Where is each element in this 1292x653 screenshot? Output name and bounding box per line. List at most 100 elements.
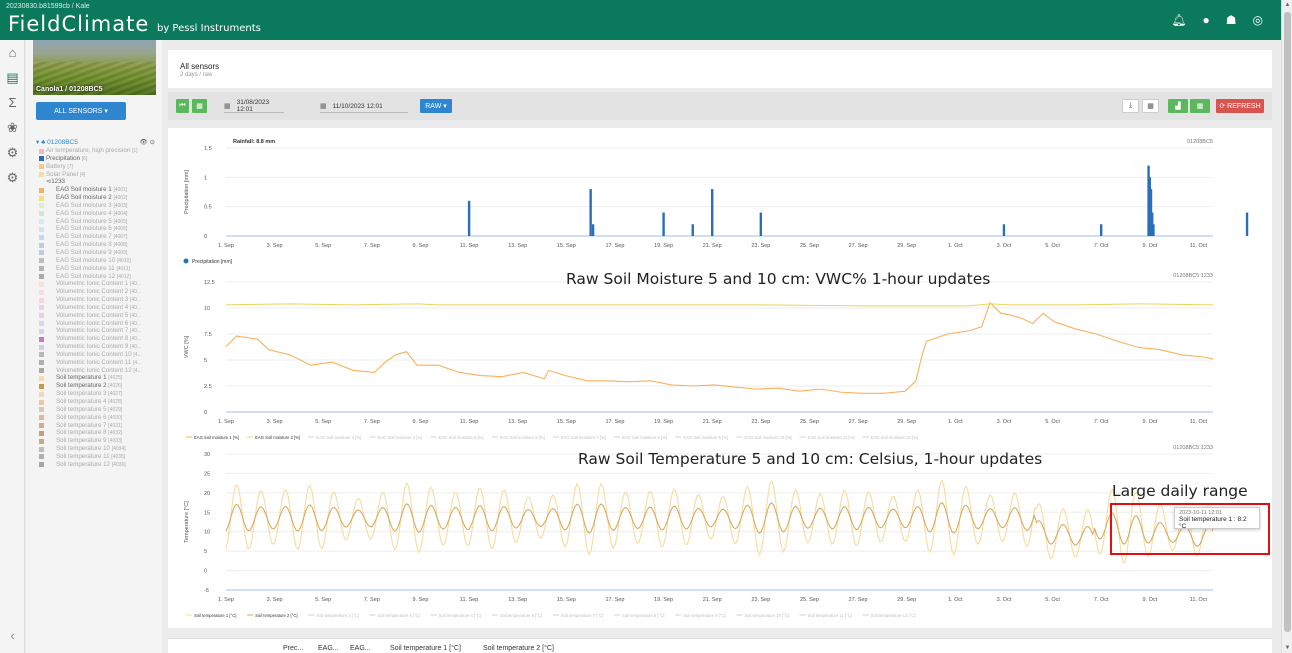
sensor-tree-item[interactable]: EAG Soil moisture 4 [4004] bbox=[36, 210, 161, 218]
table-col-precipitation[interactable]: Prec... bbox=[283, 645, 303, 652]
sensor-tree-item[interactable]: EAG Soil moisture 7 [4007] bbox=[36, 233, 161, 241]
date-to-field[interactable]: ▦ 11/10/2023 12:01 bbox=[320, 100, 408, 113]
home-icon[interactable]: ⌂ bbox=[0, 40, 25, 65]
highlight-box bbox=[1110, 503, 1270, 555]
visibility-icon[interactable]: 👁︎ ⊙ bbox=[139, 139, 155, 147]
bell-icon[interactable]: 🔔︎ bbox=[1171, 13, 1186, 27]
sensor-tree-item[interactable]: Volumetric Ionic Content 3 [40... bbox=[36, 296, 161, 304]
sensor-tree-item[interactable]: EAG Soil moisture 2 [4002] bbox=[36, 194, 161, 202]
x-tick-label: 17. Sep bbox=[605, 419, 624, 425]
sensor-tree-item[interactable]: ⊲1233 bbox=[36, 178, 161, 186]
table-view-button[interactable]: ▦ bbox=[1142, 99, 1159, 113]
sensor-color-swatch bbox=[39, 321, 44, 327]
tree-root[interactable]: ▾ ♣ 01208BC5 👁︎ ⊙ bbox=[36, 139, 161, 147]
sensor-tree-item[interactable]: EAG Soil moisture 9 [4009] bbox=[36, 249, 161, 257]
wifi-icon[interactable]: ◎ bbox=[1253, 13, 1263, 27]
sensor-tree-item[interactable]: Battery [7] bbox=[36, 163, 161, 171]
sensor-tree-item[interactable]: Soil temperature 5 [4029] bbox=[36, 406, 161, 414]
sensor-tree-item[interactable]: Volumetric Ionic Content 9 [40... bbox=[36, 343, 161, 351]
table-col-eag2[interactable]: EAG... bbox=[350, 645, 371, 652]
sensor-channel: [4... bbox=[133, 367, 142, 374]
plant-icon[interactable]: ❀ bbox=[0, 115, 25, 140]
page-scrollbar[interactable]: ▲ ▼ bbox=[1281, 0, 1292, 653]
settings-icon[interactable]: ⚙ bbox=[0, 165, 25, 190]
table-toggle-button[interactable]: ▦ bbox=[1190, 99, 1210, 113]
legend-label: EAG Soil moisture 11 [%] bbox=[808, 435, 855, 440]
sensor-tree-item[interactable]: Precipitation [6] bbox=[36, 155, 161, 163]
sensor-channel: [4... bbox=[132, 359, 142, 366]
sensor-color-swatch bbox=[39, 148, 44, 154]
sensor-tree-item[interactable]: Solar Panel [4] bbox=[36, 171, 161, 179]
sensor-tree-item[interactable]: Soil temperature 9 [4033] bbox=[36, 437, 161, 445]
first-period-button[interactable]: ⏮ bbox=[176, 99, 189, 113]
sensor-tree-item[interactable]: Soil temperature 11 [4035] bbox=[36, 453, 161, 461]
sensor-tree-item[interactable]: EAG Soil moisture 6 [4006] bbox=[36, 225, 161, 233]
sensor-tree-item[interactable]: Soil temperature 1 [4025] bbox=[36, 374, 161, 382]
precipitation-bar bbox=[1002, 224, 1006, 236]
brand-logo[interactable]: FieldClimate by Pessl Instruments bbox=[8, 12, 261, 36]
sensor-tree-item[interactable]: Volumetric Ionic Content 8 [40... bbox=[36, 335, 161, 343]
sum-icon[interactable]: Σ bbox=[0, 90, 25, 115]
table-col-soil-temp-2[interactable]: Soil temperature 2 [°C] bbox=[483, 645, 554, 652]
sensor-tree-item[interactable]: Soil temperature 6 [4030] bbox=[36, 414, 161, 422]
sensor-tree-item[interactable]: Volumetric Ionic Content 6 [40... bbox=[36, 320, 161, 328]
sensor-tree-item[interactable]: Soil temperature 10 [4034] bbox=[36, 445, 161, 453]
sensor-tree-label: Soil temperature 11 [4035] bbox=[49, 453, 125, 460]
sensor-tree-item[interactable]: Soil temperature 12 [4036] bbox=[36, 461, 161, 469]
charts-svg[interactable]: 0 0.5 1 1.5 1. Sep 3. Sep 5. Sep 7. Sep 9. Sep 11… bbox=[168, 128, 1272, 628]
sensor-tree-item[interactable]: Soil temperature 8 [4032] bbox=[36, 429, 161, 437]
scroll-down-icon[interactable]: ▼ bbox=[1282, 645, 1292, 651]
sensor-channel: [4004] bbox=[113, 210, 128, 217]
sensor-tree-item[interactable]: Volumetric Ionic Content 12 [4... bbox=[36, 367, 161, 375]
farm-icon[interactable]: ☗ bbox=[1226, 13, 1237, 27]
sensor-tree-item[interactable]: Volumetric Ionic Content 2 [40... bbox=[36, 288, 161, 296]
scroll-thumb[interactable] bbox=[1284, 12, 1291, 632]
x-tick-label: 9. Oct bbox=[1142, 597, 1157, 603]
sensor-tree-item[interactable]: EAG Soil moisture 1 [4001] bbox=[36, 186, 161, 194]
sensor-tree-item[interactable]: Volumetric Ionic Content 11 [4... bbox=[36, 359, 161, 367]
table-col-eag1[interactable]: EAG... bbox=[318, 645, 339, 652]
sensor-tree-item[interactable]: Soil temperature 4 [4028] bbox=[36, 398, 161, 406]
sensor-color-swatch bbox=[39, 462, 44, 468]
sensor-tree-item[interactable]: Volumetric Ionic Content 10 [4... bbox=[36, 351, 161, 359]
collapse-icon[interactable]: ‹ bbox=[0, 628, 25, 643]
sensor-tree-item[interactable]: Volumetric Ionic Content 7 [40... bbox=[36, 327, 161, 335]
x-tick-label: 27. Sep bbox=[849, 419, 868, 425]
chart-icon[interactable]: ▤ bbox=[0, 65, 25, 90]
sensor-tree-item[interactable]: EAG Soil moisture 3 [4003] bbox=[36, 202, 161, 210]
sensor-color-swatch bbox=[39, 195, 44, 201]
sensor-tree-item[interactable]: EAG Soil moisture 10 [4010] bbox=[36, 257, 161, 265]
x-tick-label: 5. Oct bbox=[1045, 243, 1060, 249]
user-icon[interactable]: ● bbox=[1203, 13, 1210, 27]
scroll-up-icon[interactable]: ▲ bbox=[1282, 2, 1292, 8]
sensor-tree-item[interactable]: EAG Soil moisture 12 [4012] bbox=[36, 273, 161, 281]
sensor-tree-item[interactable]: Soil temperature 3 [4027] bbox=[36, 390, 161, 398]
x-tick-label: 11. Oct bbox=[1190, 597, 1208, 603]
refresh-button[interactable]: ⟳ REFRESH bbox=[1216, 99, 1264, 113]
sensor-tree-item[interactable]: Volumetric Ionic Content 4 [40... bbox=[36, 304, 161, 312]
chart-view-button[interactable]: ▟ bbox=[1168, 99, 1188, 113]
sensor-color-swatch bbox=[39, 352, 44, 358]
sensor-tree-item[interactable]: Soil temperature 2 [4026] bbox=[36, 382, 161, 390]
legend-label: EAG Soil moisture 3 [%] bbox=[316, 435, 361, 440]
sensor-tree-item[interactable]: EAG Soil moisture 8 [4008] bbox=[36, 241, 161, 249]
machine-icon[interactable]: ⚙ bbox=[0, 140, 25, 165]
station-photo[interactable]: Canola1 / 01208BC5 bbox=[33, 40, 156, 95]
sensor-tree-item[interactable]: Soil temperature 7 [4031] bbox=[36, 422, 161, 430]
sensor-tree-item[interactable]: Volumetric Ionic Content 1 [40... bbox=[36, 280, 161, 288]
all-sensors-button[interactable]: ALL SENSORS ▾ bbox=[36, 102, 126, 120]
download-button[interactable]: ⤓ bbox=[1122, 99, 1139, 113]
date-from-field[interactable]: ▦ 31/08/2023 12:01 bbox=[224, 99, 284, 113]
sensor-tree-item[interactable]: Air temperature, high precision [1] bbox=[36, 147, 161, 155]
sensor-tree-item[interactable]: EAG Soil moisture 5 [4005] bbox=[36, 218, 161, 226]
sensor-tree-label: Volumetric Ionic Content 12 [4... bbox=[49, 367, 142, 374]
legend-label: EAG Soil moisture 2 [%] bbox=[255, 435, 300, 440]
sensor-tree-item[interactable]: Volumetric Ionic Content 5 [40... bbox=[36, 312, 161, 320]
raw-dropdown[interactable]: RAW ▾ bbox=[420, 99, 452, 113]
sensor-tree-label: Volumetric Ionic Content 1 [40... bbox=[49, 280, 141, 287]
brand-name: FieldClimate bbox=[8, 12, 150, 36]
calendar-button[interactable]: ▦ bbox=[192, 99, 207, 113]
table-col-soil-temp-1[interactable]: Soil temperature 1 [°C] bbox=[390, 645, 461, 652]
x-tick-label: 27. Sep bbox=[849, 597, 868, 603]
sensor-tree-item[interactable]: EAG Soil moisture 11 [4011] bbox=[36, 265, 161, 273]
